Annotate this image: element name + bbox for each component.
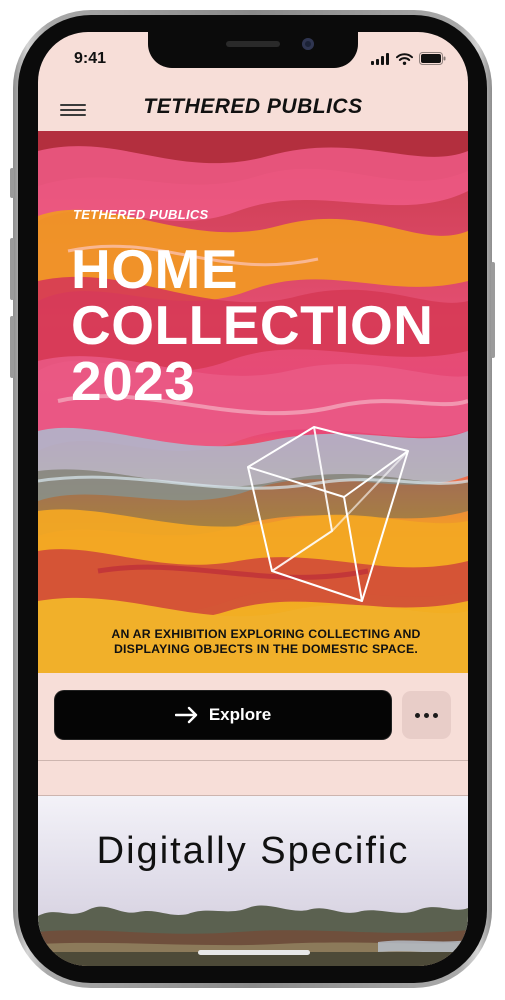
notch <box>148 32 358 68</box>
speaker-grille <box>226 41 280 47</box>
hero-title-line-1: HOME <box>71 238 238 300</box>
exhibition-card-digitally-specific[interactable]: Digitally Specific <box>38 796 468 966</box>
silent-switch <box>10 168 14 198</box>
arrow-right-icon <box>174 706 198 724</box>
volume-down-button <box>10 316 14 378</box>
hero-caption: AN AR EXHIBITION EXPLORING COLLECTING AN… <box>86 627 446 657</box>
hero-caption-line-1: AN AR EXHIBITION EXPLORING COLLECTING AN… <box>111 627 421 641</box>
hero-caption-line-2: DISPLAYING OBJECTS IN THE DOMESTIC SPACE… <box>113 642 419 656</box>
app-header: TETHERED PUBLICS <box>38 92 468 128</box>
divider <box>38 760 468 761</box>
screen: 9:41 TETHERED PUBLICS TETHERED PUBLICS H… <box>38 32 468 966</box>
hero-title-line-2: COLLECTION <box>71 294 434 356</box>
front-camera <box>302 38 314 50</box>
hero-title: HOME COLLECTION 2023 <box>71 241 433 409</box>
more-horizontal-icon <box>415 712 420 718</box>
cellular-signal-icon <box>371 52 389 65</box>
more-options-button[interactable] <box>402 691 451 739</box>
status-icons <box>371 52 446 65</box>
explore-label: Explore <box>208 705 272 724</box>
status-time: 9:41 <box>74 50 107 67</box>
hero-title-line-3: 2023 <box>71 350 196 412</box>
explore-button[interactable]: Explore <box>55 691 391 739</box>
hero-eyebrow: TETHERED PUBLICS <box>73 207 209 222</box>
brand-title: TETHERED PUBLICS <box>143 95 363 118</box>
battery-icon <box>419 52 446 65</box>
power-button <box>491 262 495 358</box>
ar-cube-icon <box>247 426 409 602</box>
hero-banner[interactable]: TETHERED PUBLICS HOME COLLECTION 2023 AN… <box>38 131 468 673</box>
volume-up-button <box>10 238 14 300</box>
card-title: Digitally Specific <box>96 830 410 872</box>
wifi-icon <box>396 52 413 65</box>
home-indicator[interactable] <box>198 950 310 955</box>
